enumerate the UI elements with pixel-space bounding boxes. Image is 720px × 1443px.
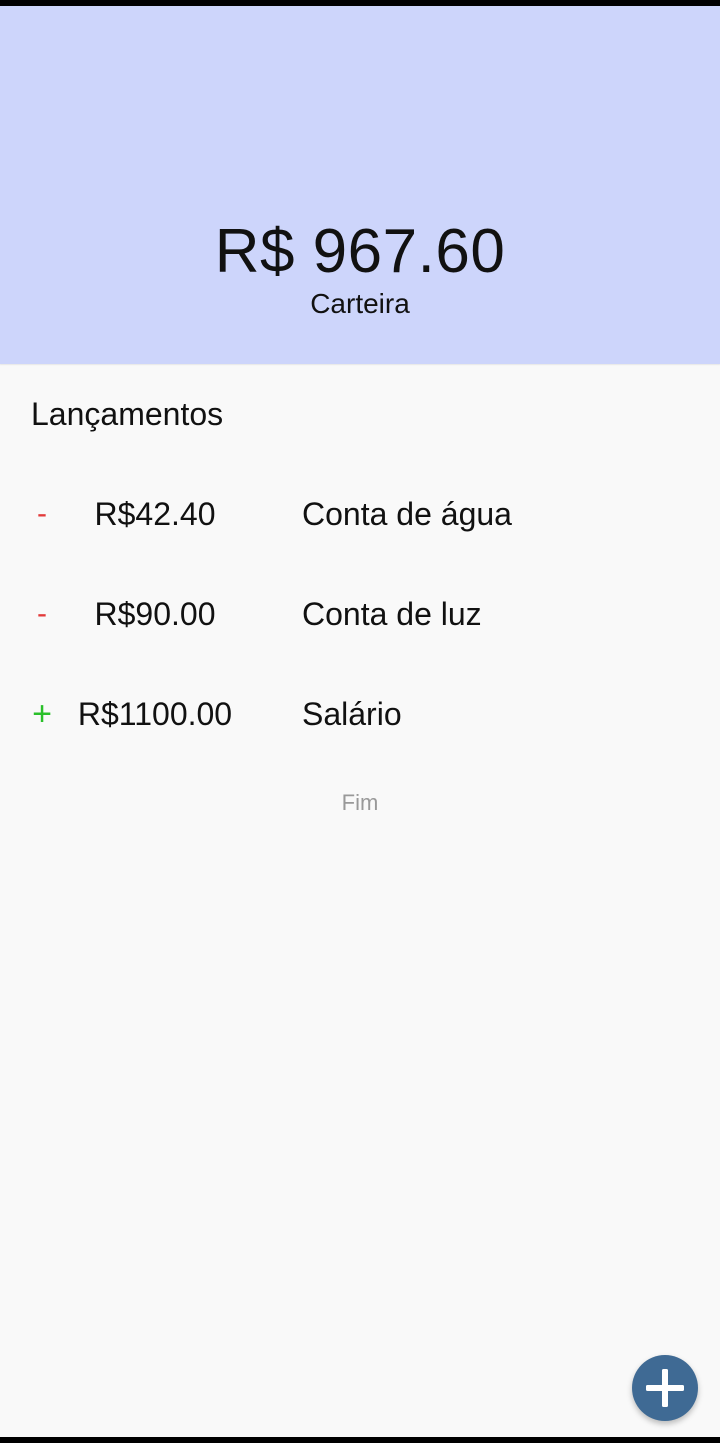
transaction-row[interactable]: - R$90.00 Conta de luz [0,564,720,664]
transaction-amount: R$90.00 [94,596,216,632]
wallet-label: Carteira [310,288,410,319]
transaction-row[interactable]: + R$1100.00 Salário [0,664,720,764]
section-title: Lançamentos [31,396,224,432]
wallet-balance: R$ 967.60 [214,217,506,286]
transaction-description: Conta de água [302,496,512,532]
transaction-row[interactable]: - R$42.40 Conta de água [0,464,720,564]
transaction-description: Conta de luz [302,596,482,632]
plus-icon [646,1369,684,1407]
list-end-label: Fim [341,790,379,815]
expense-sign: - [37,497,47,530]
transaction-description: Salário [302,696,402,732]
app-screen: R$ 967.60 Carteira Lançamentos - R$42.40… [0,6,720,1437]
add-transaction-button[interactable] [632,1355,698,1421]
income-sign: + [32,695,52,733]
transaction-amount: R$1100.00 [77,696,233,732]
wallet-header: R$ 967.60 Carteira [0,6,720,364]
expense-sign: - [37,597,47,630]
transaction-amount: R$42.40 [94,496,216,532]
transaction-list: - R$42.40 Conta de água - R$90.00 Conta … [0,464,720,764]
